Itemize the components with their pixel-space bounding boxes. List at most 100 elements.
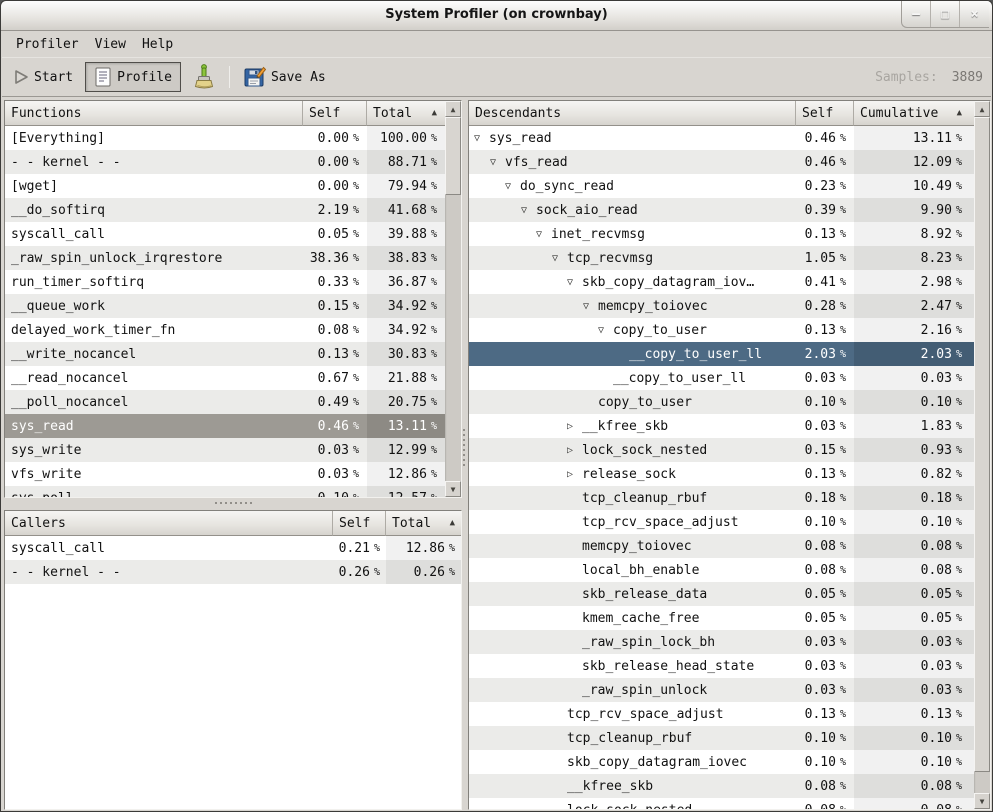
functions-column-header[interactable]: Functions bbox=[5, 101, 303, 126]
tree-row[interactable]: memcpy_toiovec0.08%0.08% bbox=[469, 534, 974, 558]
menu-view[interactable]: View bbox=[87, 34, 134, 55]
tree-row[interactable]: _raw_spin_lock_bh0.03%0.03% bbox=[469, 630, 974, 654]
save-as-button[interactable]: Save As bbox=[238, 62, 332, 92]
tree-row[interactable]: __copy_to_user_ll2.03%2.03% bbox=[469, 342, 974, 366]
total-column-header[interactable]: Total ▲ bbox=[367, 101, 445, 126]
table-row[interactable]: __queue_work0.15%34.92% bbox=[5, 294, 445, 318]
tree-row[interactable]: ▽tcp_recvmsg1.05%8.23% bbox=[469, 246, 974, 270]
close-button[interactable]: × bbox=[960, 1, 989, 28]
tree-row[interactable]: __kfree_skb0.08%0.08% bbox=[469, 774, 974, 798]
tree-row[interactable]: skb_release_data0.05%0.05% bbox=[469, 582, 974, 606]
maximize-button[interactable]: □ bbox=[931, 1, 960, 28]
menu-profiler[interactable]: Profiler bbox=[8, 34, 87, 55]
menu-help[interactable]: Help bbox=[134, 34, 181, 55]
expander-open-icon[interactable]: ▽ bbox=[518, 205, 530, 216]
table-row[interactable]: [wget]0.00%79.94% bbox=[5, 174, 445, 198]
function-name-cell: ▽skb_copy_datagram_iov… bbox=[469, 270, 796, 294]
table-row[interactable]: - - kernel - -0.26%0.26% bbox=[5, 560, 461, 584]
self-percent-cell: 0.49% bbox=[303, 390, 367, 414]
tree-row[interactable]: ▷__kfree_skb0.03%1.83% bbox=[469, 414, 974, 438]
tree-row[interactable]: ▽memcpy_toiovec0.28%2.47% bbox=[469, 294, 974, 318]
tree-row[interactable]: ▷lock_sock_nested0.15%0.93% bbox=[469, 438, 974, 462]
table-row[interactable]: delayed_work_timer_fn0.08%34.92% bbox=[5, 318, 445, 342]
minimize-button[interactable]: – bbox=[902, 1, 931, 28]
tree-row[interactable]: ▷release_sock0.13%0.82% bbox=[469, 462, 974, 486]
tree-row[interactable]: kmem_cache_free0.05%0.05% bbox=[469, 606, 974, 630]
function-name-cell: - - kernel - - bbox=[5, 150, 303, 174]
expander-closed-icon[interactable]: ▷ bbox=[564, 469, 576, 480]
cumulative-percent-cell: 0.05% bbox=[854, 582, 974, 606]
tree-row[interactable]: tcp_rcv_space_adjust0.13%0.13% bbox=[469, 702, 974, 726]
callers-column-header[interactable]: Callers bbox=[5, 511, 333, 536]
tree-row[interactable]: skb_copy_datagram_iovec0.10%0.10% bbox=[469, 750, 974, 774]
self-column-header[interactable]: Self bbox=[303, 101, 367, 126]
tree-row[interactable]: ▽sys_read0.46%13.11% bbox=[469, 126, 974, 150]
scroll-up-icon[interactable]: ▲ bbox=[445, 101, 461, 117]
tree-row[interactable]: ▽inet_recvmsg0.13%8.92% bbox=[469, 222, 974, 246]
table-row[interactable]: vfs_write0.03%12.86% bbox=[5, 462, 445, 486]
table-row[interactable]: sys_read0.46%13.11% bbox=[5, 414, 445, 438]
scrollbar-thumb[interactable] bbox=[445, 117, 461, 195]
table-row[interactable]: __write_nocancel0.13%30.83% bbox=[5, 342, 445, 366]
tree-row[interactable]: tcp_cleanup_rbuf0.10%0.10% bbox=[469, 726, 974, 750]
table-row[interactable]: - - kernel - -0.00%88.71% bbox=[5, 150, 445, 174]
profile-toggle-button[interactable]: Profile bbox=[85, 62, 181, 92]
horizontal-splitter-handle[interactable] bbox=[215, 501, 253, 506]
scroll-down-icon[interactable]: ▼ bbox=[974, 793, 990, 809]
expander-open-icon[interactable]: ▽ bbox=[580, 301, 592, 312]
tree-row[interactable]: ▽vfs_read0.46%12.09% bbox=[469, 150, 974, 174]
expander-open-icon[interactable]: ▽ bbox=[471, 133, 483, 144]
expander-closed-icon[interactable]: ▷ bbox=[564, 421, 576, 432]
total-column-header[interactable]: Total ▲ bbox=[386, 511, 461, 536]
tree-row[interactable]: tcp_cleanup_rbuf0.18%0.18% bbox=[469, 486, 974, 510]
cumulative-column-header[interactable]: Cumulative ▲ bbox=[854, 101, 974, 126]
start-button[interactable]: Start bbox=[8, 65, 79, 89]
descendants-header-row: Descendants Self Cumulative ▲ bbox=[469, 101, 974, 126]
tree-row[interactable]: __copy_to_user_ll0.03%0.03% bbox=[469, 366, 974, 390]
tree-row[interactable]: lock_sock_nested0.08%0.08% bbox=[469, 798, 974, 809]
self-percent-cell: 0.15% bbox=[796, 438, 854, 462]
reset-button[interactable] bbox=[187, 60, 221, 94]
tree-row[interactable]: ▽skb_copy_datagram_iov…0.41%2.98% bbox=[469, 270, 974, 294]
descendants-column-header[interactable]: Descendants bbox=[469, 101, 796, 126]
functions-scrollbar[interactable]: ▲ ▼ bbox=[445, 101, 461, 497]
expander-open-icon[interactable]: ▽ bbox=[564, 277, 576, 288]
tree-row[interactable]: ▽do_sync_read0.23%10.49% bbox=[469, 174, 974, 198]
title-bar[interactable]: System Profiler (on crownbay) – □ × bbox=[1, 1, 992, 31]
expander-open-icon[interactable]: ▽ bbox=[533, 229, 545, 240]
table-row[interactable]: sys_write0.03%12.99% bbox=[5, 438, 445, 462]
expander-closed-icon[interactable]: ▷ bbox=[564, 445, 576, 456]
expander-open-icon[interactable]: ▽ bbox=[549, 253, 561, 264]
self-column-header[interactable]: Self bbox=[796, 101, 854, 126]
table-row[interactable]: sys_poll0.10%12.57% bbox=[5, 486, 445, 497]
function-name-cell: ▷lock_sock_nested bbox=[469, 438, 796, 462]
scroll-down-icon[interactable]: ▼ bbox=[445, 481, 461, 497]
expander-open-icon[interactable]: ▽ bbox=[487, 157, 499, 168]
table-row[interactable]: [Everything]0.00%100.00% bbox=[5, 126, 445, 150]
scrollbar-thumb[interactable] bbox=[974, 117, 990, 772]
descendants-scrollbar[interactable]: ▲ ▼ bbox=[974, 101, 990, 809]
table-row[interactable]: _raw_spin_unlock_irqrestore38.36%38.83% bbox=[5, 246, 445, 270]
tree-row[interactable]: local_bh_enable0.08%0.08% bbox=[469, 558, 974, 582]
table-row[interactable]: syscall_call0.21%12.86% bbox=[5, 536, 461, 560]
app-window: System Profiler (on crownbay) – □ × Prof… bbox=[0, 0, 993, 812]
tree-row[interactable]: copy_to_user0.10%0.10% bbox=[469, 390, 974, 414]
expander-open-icon[interactable]: ▽ bbox=[502, 181, 514, 192]
table-row[interactable]: syscall_call0.05%39.88% bbox=[5, 222, 445, 246]
scroll-up-icon[interactable]: ▲ bbox=[974, 101, 990, 117]
tree-row[interactable]: skb_release_head_state0.03%0.03% bbox=[469, 654, 974, 678]
self-column-header[interactable]: Self bbox=[333, 511, 386, 536]
table-row[interactable]: run_timer_softirq0.33%36.87% bbox=[5, 270, 445, 294]
table-row[interactable]: __read_nocancel0.67%21.88% bbox=[5, 366, 445, 390]
expander-open-icon[interactable]: ▽ bbox=[595, 325, 607, 336]
tree-row[interactable]: tcp_rcv_space_adjust0.10%0.10% bbox=[469, 510, 974, 534]
function-name-cell: kmem_cache_free bbox=[469, 606, 796, 630]
tree-row[interactable]: ▽copy_to_user0.13%2.16% bbox=[469, 318, 974, 342]
vertical-splitter-handle[interactable] bbox=[462, 429, 467, 467]
tree-row[interactable]: _raw_spin_unlock0.03%0.03% bbox=[469, 678, 974, 702]
function-name-cell: __write_nocancel bbox=[5, 342, 303, 366]
tree-row[interactable]: ▽sock_aio_read0.39%9.90% bbox=[469, 198, 974, 222]
table-row[interactable]: __do_softirq2.19%41.68% bbox=[5, 198, 445, 222]
callers-list: syscall_call0.21%12.86%- - kernel - -0.2… bbox=[5, 536, 461, 809]
table-row[interactable]: __poll_nocancel0.49%20.75% bbox=[5, 390, 445, 414]
